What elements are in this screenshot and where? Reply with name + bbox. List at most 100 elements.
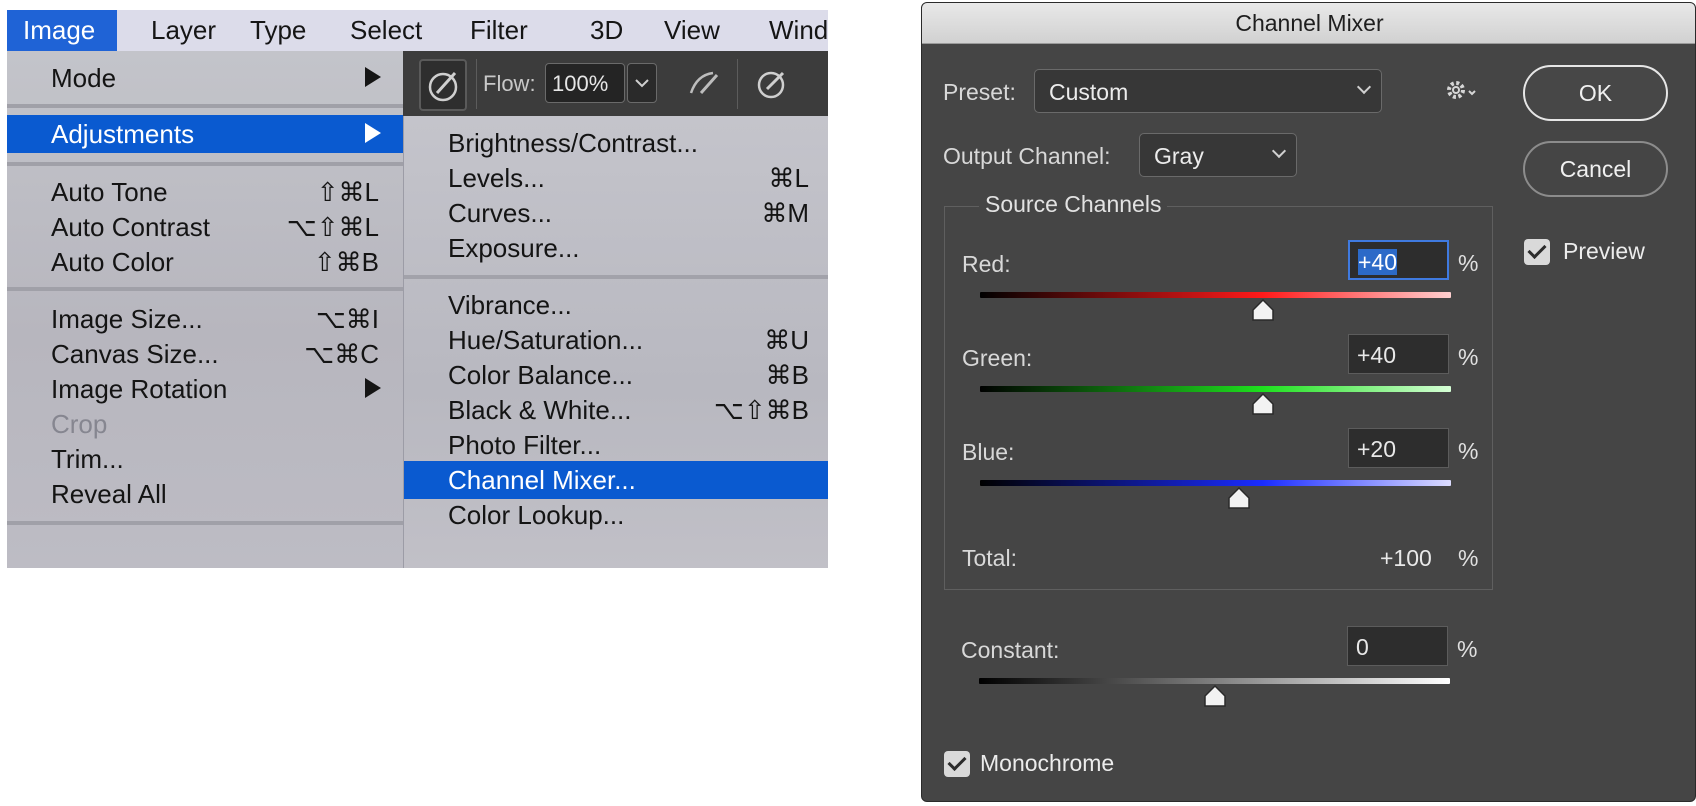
- menu-item-auto-tone[interactable]: Auto Tone ⇧⌘L: [7, 173, 403, 211]
- constant-slider-track[interactable]: [979, 678, 1450, 684]
- menu-item-trim[interactable]: Trim...: [7, 440, 403, 478]
- menu-item-photo-filter[interactable]: Photo Filter...: [404, 426, 828, 464]
- preset-value: Custom: [1049, 79, 1129, 105]
- menu-item-color-balance[interactable]: Color Balance... ⌘B: [404, 356, 828, 394]
- monochrome-checkbox[interactable]: [944, 751, 970, 777]
- chevron-down-icon: [1271, 143, 1287, 159]
- menu-item-black-white[interactable]: Black & White... ⌥⇧⌘B: [404, 391, 828, 429]
- menu-view[interactable]: View: [664, 10, 720, 51]
- green-slider-track[interactable]: [980, 386, 1451, 392]
- total-label: Total:: [962, 545, 1017, 571]
- menu-separator: [7, 104, 403, 108]
- preview-checkbox[interactable]: [1524, 239, 1550, 265]
- menu-item-label: Auto Contrast: [51, 212, 210, 242]
- red-slider-track[interactable]: [980, 292, 1451, 298]
- cancel-button[interactable]: Cancel: [1523, 141, 1668, 197]
- menu-item-vibrance[interactable]: Vibrance...: [404, 286, 828, 324]
- menu-item-label: Mode: [51, 63, 117, 93]
- menu-item-auto-color[interactable]: Auto Color ⇧⌘B: [7, 243, 403, 281]
- menu-item-image-size[interactable]: Image Size... ⌥⌘I: [7, 300, 403, 338]
- red-label: Red:: [962, 251, 1011, 277]
- menu-item-auto-contrast[interactable]: Auto Contrast ⌥⇧⌘L: [7, 208, 403, 246]
- toolbar-divider: [737, 59, 738, 109]
- menu-item-shortcut: ⌘M: [761, 198, 809, 228]
- menu-item-label: Channel Mixer...: [448, 465, 636, 495]
- menu-item-exposure[interactable]: Exposure...: [404, 229, 828, 267]
- menu-item-channel-mixer[interactable]: Channel Mixer...: [404, 461, 828, 499]
- menu-item-label: Adjustments: [51, 119, 195, 149]
- menu-window[interactable]: Windo: [769, 10, 828, 51]
- menu-item-image-rotation[interactable]: Image Rotation: [7, 370, 403, 408]
- constant-slider-thumb[interactable]: [1203, 685, 1227, 707]
- menu-item-shortcut: ⇧⌘L: [316, 177, 379, 207]
- ok-button[interactable]: OK: [1523, 65, 1668, 121]
- chevron-down-icon: [635, 79, 649, 88]
- menu-3d[interactable]: 3D: [590, 10, 623, 51]
- total-unit: %: [1458, 545, 1479, 571]
- slider-thumb-icon: [1228, 487, 1250, 509]
- airbrush-icon[interactable]: [687, 67, 721, 101]
- output-channel-label: Output Channel:: [943, 143, 1111, 169]
- screenshot-composite: Image Layer Type Select Filter 3D View W…: [0, 0, 1696, 806]
- pressure-flow-icon[interactable]: [755, 67, 789, 101]
- menu-item-label: Black & White...: [448, 395, 632, 425]
- adjustments-submenu: Brightness/Contrast... Levels... ⌘L Curv…: [403, 116, 828, 568]
- menu-item-adjustments[interactable]: Adjustments: [7, 115, 403, 153]
- menu-item-label: Photo Filter...: [448, 430, 602, 460]
- flow-input[interactable]: 100%: [545, 63, 625, 103]
- blue-slider-track[interactable]: [980, 480, 1451, 486]
- menu-item-label: Canvas Size...: [51, 339, 219, 369]
- menu-layer[interactable]: Layer: [151, 10, 216, 51]
- green-unit: %: [1458, 344, 1479, 370]
- menu-item-shortcut: ⌥⌘C: [304, 339, 379, 369]
- output-channel-select[interactable]: Gray: [1139, 133, 1297, 177]
- blue-label: Blue:: [962, 439, 1015, 465]
- menu-item-color-lookup[interactable]: Color Lookup...: [404, 496, 828, 534]
- flow-dropdown-button[interactable]: [627, 63, 657, 103]
- flow-label: Flow:: [483, 71, 536, 96]
- menu-item-brightness-contrast[interactable]: Brightness/Contrast...: [404, 124, 828, 162]
- preset-select[interactable]: Custom: [1034, 69, 1382, 113]
- menu-item-label: Vibrance...: [448, 290, 572, 320]
- menu-filter[interactable]: Filter: [470, 10, 528, 51]
- blue-value-input[interactable]: +20: [1348, 428, 1449, 468]
- dialog-title: Channel Mixer: [922, 3, 1695, 44]
- blue-value-text: +20: [1357, 436, 1397, 462]
- menu-item-curves[interactable]: Curves... ⌘M: [404, 194, 828, 232]
- menu-item-canvas-size[interactable]: Canvas Size... ⌥⌘C: [7, 335, 403, 373]
- menu-item-hue-saturation[interactable]: Hue/Saturation... ⌘U: [404, 321, 828, 359]
- output-channel-value: Gray: [1154, 143, 1204, 169]
- menu-item-shortcut: ⌥⇧⌘L: [286, 212, 379, 242]
- menu-item-levels[interactable]: Levels... ⌘L: [404, 159, 828, 197]
- menu-item-shortcut: ⌘U: [764, 325, 809, 355]
- menu-item-label: Auto Color: [51, 247, 174, 277]
- red-value-input[interactable]: +40: [1348, 240, 1449, 280]
- menu-item-shortcut: ⌥⌘I: [315, 304, 379, 334]
- menu-separator: [7, 521, 403, 525]
- submenu-arrow-icon: [365, 123, 381, 143]
- menu-item-label: Image Rotation: [51, 374, 228, 404]
- gear-icon: [1447, 81, 1476, 99]
- menu-item-mode[interactable]: Mode: [7, 59, 403, 97]
- menu-type[interactable]: Type: [250, 10, 306, 51]
- menu-separator: [7, 162, 403, 166]
- menu-item-label: Exposure...: [448, 233, 580, 263]
- brush-preset-button[interactable]: [419, 59, 467, 111]
- constant-label: Constant:: [961, 637, 1060, 663]
- red-slider-thumb[interactable]: [1251, 299, 1275, 321]
- constant-value-input[interactable]: 0: [1347, 626, 1448, 666]
- red-value-text: +40: [1358, 249, 1398, 275]
- constant-unit: %: [1457, 636, 1478, 662]
- toolbar-divider: [476, 59, 477, 109]
- blue-slider-thumb[interactable]: [1227, 487, 1251, 509]
- menu-image[interactable]: Image: [7, 10, 117, 51]
- green-value-input[interactable]: +40: [1348, 334, 1449, 374]
- green-slider-thumb[interactable]: [1251, 393, 1275, 415]
- submenu-arrow-icon: [365, 378, 381, 398]
- menu-select[interactable]: Select: [350, 10, 422, 51]
- menu-item-reveal-all[interactable]: Reveal All: [7, 475, 403, 513]
- preset-options-button[interactable]: [1442, 73, 1486, 109]
- menu-item-label: Curves...: [448, 198, 553, 228]
- menu-item-crop: Crop: [7, 405, 403, 443]
- menu-item-label: Auto Tone: [51, 177, 168, 207]
